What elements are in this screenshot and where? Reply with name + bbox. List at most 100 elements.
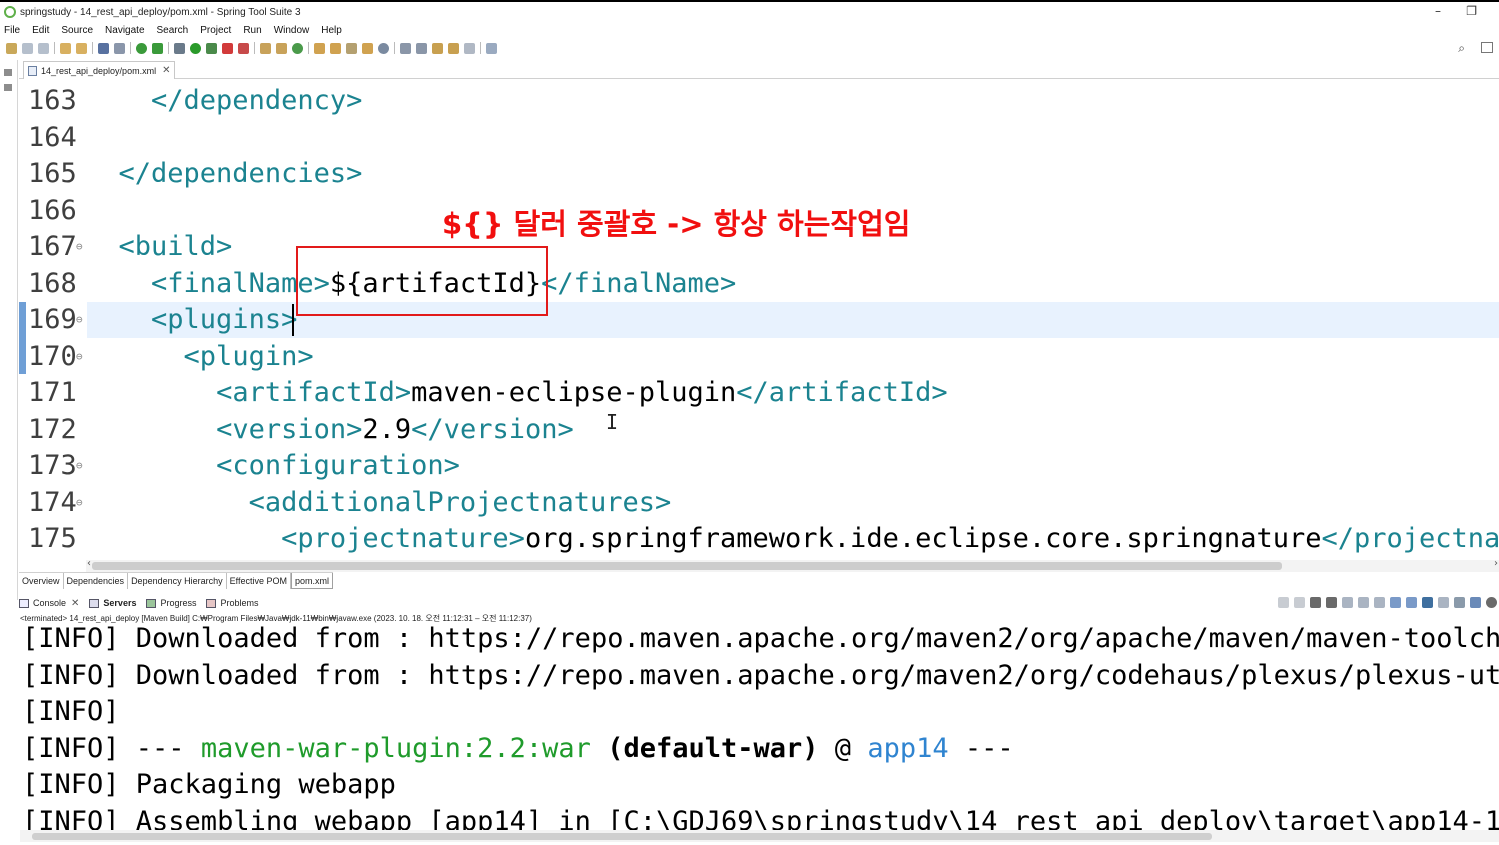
menu-file[interactable]: File (4, 25, 20, 36)
clear-console-icon[interactable] (1342, 597, 1353, 608)
tab-problems[interactable]: Problems (206, 598, 258, 608)
toolbar-separator (92, 42, 93, 54)
external-tools-icon[interactable] (238, 42, 249, 54)
console-icon (19, 598, 29, 608)
scroll-left-icon[interactable]: ‹ (87, 558, 91, 569)
console-menu-icon[interactable] (1470, 597, 1481, 608)
pin-console-icon[interactable] (1454, 597, 1465, 608)
pin-editor-icon[interactable] (486, 42, 497, 54)
coverage-icon[interactable] (206, 42, 217, 54)
search-icon[interactable]: ⌕ (1458, 41, 1465, 56)
fold-toggle-icon[interactable]: ⊖ (76, 484, 83, 521)
title-bar: springstudy - 14_rest_api_deploy/pom.xml… (0, 2, 1499, 22)
editor-tab-pom[interactable]: 14_rest_api_deploy/pom.xml ✕ (23, 61, 176, 79)
tab-servers[interactable]: Servers (89, 598, 136, 608)
save-icon[interactable] (22, 42, 33, 54)
tab-dependency-hierarchy[interactable]: Dependency Hierarchy (128, 573, 227, 589)
fold-toggle-icon[interactable]: ⊖ (76, 228, 83, 265)
xml-tag-token: </version> (411, 413, 574, 445)
close-icon[interactable]: ✕ (162, 65, 170, 76)
open-task-icon[interactable] (330, 42, 341, 54)
remove-launch-icon[interactable] (1310, 597, 1321, 608)
outline-view-icon[interactable] (4, 84, 12, 91)
line-number: 165 (28, 158, 77, 189)
show-on-error-icon[interactable] (1406, 597, 1417, 608)
forward-icon[interactable] (464, 42, 475, 54)
menu-edit[interactable]: Edit (32, 25, 49, 36)
xml-text-token: maven-eclipse-plugin (411, 377, 737, 408)
code-line: 163 </dependency> (19, 82, 1499, 119)
console-horizontal-scrollbar[interactable] (20, 830, 1499, 842)
code-line: 172 <version>2.9</version> (19, 411, 1499, 448)
run-icon[interactable] (190, 42, 201, 54)
perspective-icon[interactable] (1481, 42, 1493, 53)
scroll-lock-icon[interactable] (1358, 597, 1369, 608)
code-editor[interactable]: 163 </dependency> 164 165 </dependencies> 166… (19, 80, 1499, 560)
editor-tab-label: 14_rest_api_deploy/pom.xml (41, 65, 157, 76)
console-line: [INFO] --- maven-war-plugin:2.2:war (def… (22, 730, 1014, 767)
toolbar-separator (394, 42, 395, 54)
show-on-output-icon[interactable] (1390, 597, 1401, 608)
open-resource-icon[interactable] (76, 42, 87, 54)
last-edit-icon[interactable] (432, 42, 443, 54)
code-text: </dependencies> (119, 155, 363, 192)
open-folder-icon[interactable] (314, 42, 325, 54)
next-annotation-icon[interactable] (400, 42, 411, 54)
new-package-icon[interactable] (276, 42, 287, 54)
stop-icon[interactable] (222, 42, 233, 54)
search-tool-icon[interactable] (346, 42, 357, 54)
menu-window[interactable]: Window (274, 25, 310, 36)
fold-toggle-icon[interactable]: ⊖ (76, 301, 83, 338)
line-number: 174 (28, 486, 77, 518)
open-type-icon[interactable] (60, 42, 71, 54)
open-console-icon[interactable] (1438, 597, 1449, 608)
tab-effective-pom[interactable]: Effective POM (227, 573, 291, 589)
settings-icon[interactable] (1486, 597, 1497, 608)
boot-dashboard-icon[interactable] (136, 42, 147, 54)
console-text-token: [INFO] Downloaded from : https://repo.ma… (22, 623, 1499, 654)
menu-source[interactable]: Source (61, 25, 93, 36)
fold-toggle-icon[interactable]: ⊖ (76, 338, 83, 375)
new-java-project-icon[interactable] (260, 42, 271, 54)
skip-breakpoints-icon[interactable] (114, 42, 125, 54)
editor-scroll-thumb[interactable] (92, 562, 1282, 570)
prev-annotation-icon[interactable] (416, 42, 427, 54)
remove-all-icon[interactable] (1326, 597, 1337, 608)
terminate-relaunch-icon[interactable] (1278, 597, 1289, 608)
restore-button[interactable]: ❐ (1466, 4, 1477, 18)
back-icon[interactable] (448, 42, 459, 54)
minimize-button[interactable]: – (1435, 4, 1441, 18)
menu-navigate[interactable]: Navigate (105, 25, 144, 36)
spring-icon[interactable] (152, 42, 163, 54)
display-console-icon[interactable] (1422, 597, 1433, 608)
console-scroll-thumb[interactable] (32, 833, 1212, 840)
menu-project[interactable]: Project (200, 25, 231, 36)
word-wrap-icon[interactable] (1374, 597, 1385, 608)
code-line: 165 </dependencies> (19, 155, 1499, 192)
menu-search[interactable]: Search (157, 25, 189, 36)
new-icon[interactable] (6, 42, 17, 54)
line-number: 170 (28, 340, 77, 372)
toolbar-separator (54, 42, 55, 54)
editor-horizontal-scrollbar[interactable]: ‹ › (86, 558, 1499, 572)
tab-dependencies[interactable]: Dependencies (64, 573, 129, 589)
tab-overview[interactable]: Overview (19, 573, 64, 589)
annotation-icon[interactable] (362, 42, 373, 54)
close-icon[interactable]: ✕ (71, 598, 79, 609)
tab-console[interactable]: Console ✕ (19, 598, 79, 609)
console-output[interactable]: [INFO] Downloaded from : https://repo.ma… (20, 622, 1499, 830)
new-class-icon[interactable] (292, 42, 303, 54)
tab-pom-xml[interactable]: pom.xml (290, 573, 333, 589)
terminate-icon[interactable] (1294, 597, 1305, 608)
debug-icon[interactable] (174, 42, 185, 54)
globe-icon[interactable] (378, 42, 389, 54)
terminal-icon[interactable] (98, 42, 109, 54)
scroll-right-icon[interactable]: › (1494, 558, 1498, 569)
save-all-icon[interactable] (38, 42, 49, 54)
restore-view-icon[interactable] (4, 69, 12, 76)
tab-progress[interactable]: Progress (146, 598, 196, 608)
fold-toggle-icon[interactable]: ⊖ (76, 447, 83, 484)
console-line: [INFO] (22, 693, 120, 730)
menu-run[interactable]: Run (243, 25, 261, 36)
menu-help[interactable]: Help (321, 25, 342, 36)
